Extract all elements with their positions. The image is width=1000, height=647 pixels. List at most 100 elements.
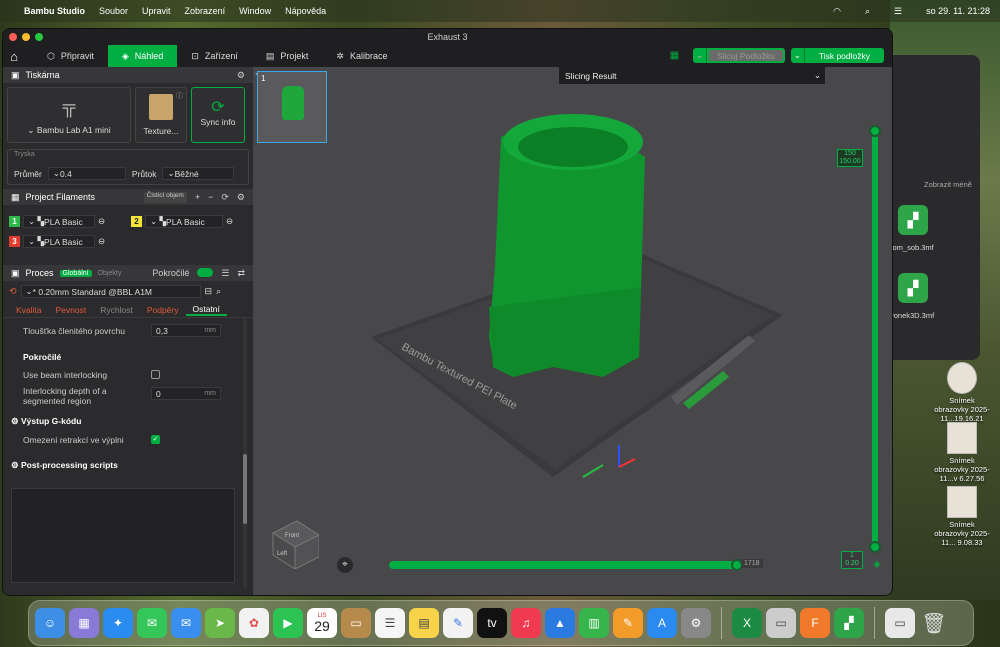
interlocking-depth-input[interactable]: 0 mm: [151, 387, 221, 400]
finder-icon[interactable]: ☺: [35, 608, 65, 638]
minus-circle-icon[interactable]: ⊖: [98, 236, 105, 247]
save-icon[interactable]: ⊟: [205, 286, 213, 297]
tab-device[interactable]: ⊡ Zařízení: [177, 45, 252, 67]
mail-icon[interactable]: ✉: [171, 608, 201, 638]
filament-select[interactable]: ⌄ ▚ PLA Basic: [23, 235, 95, 248]
print-plate-button[interactable]: ⌄ Tisk podložky: [790, 48, 884, 63]
trash-icon[interactable]: 🗑: [919, 608, 949, 638]
menu-help[interactable]: Nápověda: [285, 6, 326, 16]
notes-icon[interactable]: ▤: [409, 608, 439, 638]
finder-file-2[interactable]: vonek3D.3mf: [890, 311, 934, 320]
safari-icon[interactable]: ✦: [103, 608, 133, 638]
tab-support[interactable]: Podpěry: [140, 305, 186, 315]
menu-window[interactable]: Window: [239, 6, 271, 16]
menu-view[interactable]: Zobrazení: [185, 6, 226, 16]
messages-icon[interactable]: ✉: [137, 608, 167, 638]
menubar-clock[interactable]: so 29. 11. 21:28: [926, 6, 990, 16]
retraction-checkbox[interactable]: ✓: [151, 435, 160, 444]
facetime-icon[interactable]: ▶: [273, 608, 303, 638]
keynote-icon[interactable]: ▲: [545, 608, 575, 638]
flow-select[interactable]: ⌄ Běžné: [162, 167, 235, 180]
excel-icon[interactable]: X: [732, 608, 762, 638]
filament-slot-2[interactable]: 2 ⌄ ▚ PLA Basic ⊖: [131, 215, 233, 228]
layer-slider[interactable]: [869, 125, 881, 557]
printer-app-icon[interactable]: ▭: [766, 608, 796, 638]
tab-calibration[interactable]: ✲ Kalibrace: [322, 45, 401, 67]
reset-icon[interactable]: ⟲: [9, 286, 17, 297]
search-icon[interactable]: ⌕: [216, 286, 221, 297]
gear-icon[interactable]: ⚙: [237, 70, 245, 81]
minus-circle-icon[interactable]: ⊖: [98, 216, 105, 227]
process-profile-select[interactable]: ⌄ * 0.20mm Standard @BBL A1M: [20, 285, 201, 298]
wifi-icon[interactable]: ◠: [833, 6, 841, 17]
objects-toggle[interactable]: Objekty: [98, 270, 122, 277]
minimize-window-button[interactable]: [22, 33, 30, 41]
music-icon[interactable]: ♫: [511, 608, 541, 638]
notes-app-icon[interactable]: ▭: [341, 608, 371, 638]
numbers-icon[interactable]: ▥: [579, 608, 609, 638]
search-icon[interactable]: ⌕: [865, 6, 870, 17]
zoom-window-button[interactable]: [35, 33, 43, 41]
remove-icon[interactable]: −: [208, 192, 213, 203]
chevron-down-icon[interactable]: ⌄: [693, 48, 708, 63]
minus-circle-icon[interactable]: ⊖: [226, 216, 233, 227]
plate-type-selector[interactable]: ⓘ Texture...: [135, 87, 187, 143]
filament-slot-1[interactable]: 1 ⌄ ▚ PLA Basic ⊖: [9, 215, 105, 228]
desktop-screenshot-3[interactable]: Snímek obrazovky 2025-11... 9.08.33: [932, 486, 992, 547]
control-center-icon[interactable]: ☰: [894, 6, 902, 17]
bambu-file-icon[interactable]: ▞: [898, 273, 928, 303]
sync-info-button[interactable]: ⟳ Sync info: [191, 87, 245, 143]
move-slider[interactable]: [389, 559, 743, 571]
post-processing-textarea[interactable]: [11, 488, 235, 583]
tab-speed[interactable]: Rychlost: [93, 305, 140, 315]
tab-quality[interactable]: Kvalita: [9, 305, 49, 315]
calendar-icon[interactable]: LIS 29: [307, 608, 337, 638]
layer-slider-bottom-handle[interactable]: [869, 541, 881, 553]
gear-icon[interactable]: ⚙: [237, 192, 245, 203]
thickness-input[interactable]: 0,3 mm: [151, 324, 221, 337]
compare-icon[interactable]: ⇄: [237, 268, 245, 279]
desktop-screenshot-1[interactable]: Snímek obrazovky 2025-11...19.16.21: [932, 362, 992, 423]
reminders-icon[interactable]: ☰: [375, 608, 405, 638]
finder-file-1[interactable]: rom_sob.3mf: [890, 243, 934, 252]
chevron-down-icon[interactable]: ⌄: [791, 48, 805, 63]
filament-slot-3[interactable]: 3 ⌄ ▚ PLA Basic ⊖: [9, 235, 105, 248]
bambu-file-icon[interactable]: ▞: [898, 205, 928, 235]
advanced-switch[interactable]: [197, 267, 214, 277]
view-cube[interactable]: Front Left: [267, 517, 321, 570]
layers-icon[interactable]: ◈: [873, 559, 881, 570]
launchpad-icon[interactable]: ▦: [69, 608, 99, 638]
pages-icon[interactable]: ✎: [613, 608, 643, 638]
fusion-icon[interactable]: F: [800, 608, 830, 638]
fit-view-icon[interactable]: ⌖: [337, 557, 353, 573]
flush-volume-button[interactable]: Čisticí objem: [143, 191, 187, 203]
photos-icon[interactable]: ✿: [239, 608, 269, 638]
diameter-select[interactable]: ⌄ 0.4: [47, 167, 126, 180]
bambu-studio-icon[interactable]: ▞: [834, 608, 864, 638]
close-window-button[interactable]: [9, 33, 17, 41]
app-store-icon[interactable]: A: [647, 608, 677, 638]
layer-slider-top-handle[interactable]: [869, 125, 881, 137]
global-toggle[interactable]: Globální: [59, 269, 92, 277]
list-icon[interactable]: ☰: [221, 268, 229, 279]
apple-tv-icon[interactable]: tv: [477, 608, 507, 638]
filament-select[interactable]: ⌄ ▚ PLA Basic: [23, 215, 95, 228]
slice-plate-button[interactable]: ⌄ Slicuj Podložku: [693, 48, 785, 63]
maps-icon[interactable]: ➤: [205, 608, 235, 638]
beam-interlocking-checkbox[interactable]: [151, 370, 160, 379]
menu-edit[interactable]: Upravit: [142, 6, 171, 16]
preview-viewport[interactable]: ◂▸ 1 Slicing Result ⌄ Bambu Textured PEI…: [253, 67, 892, 595]
freeform-icon[interactable]: ✎: [443, 608, 473, 638]
tab-prepare[interactable]: ⬡ Připravit: [33, 45, 108, 67]
system-settings-icon[interactable]: ⚙: [681, 608, 711, 638]
scrollbar-thumb[interactable]: [243, 454, 247, 524]
sync-icon[interactable]: ⟳: [221, 192, 229, 203]
add-icon[interactable]: +: [195, 192, 200, 203]
tab-strength[interactable]: Pevnost: [49, 305, 94, 315]
menu-file[interactable]: Soubor: [99, 6, 128, 16]
finder-show-less[interactable]: Zobrazit méně: [924, 180, 972, 189]
home-button[interactable]: ⌂: [3, 45, 25, 67]
filament-select[interactable]: ⌄ ▚ PLA Basic: [145, 215, 223, 228]
tab-others[interactable]: Ostatní: [185, 304, 227, 316]
desktop-screenshot-2[interactable]: Snímek obrazovky 2025-11...v 6.27.56: [932, 422, 992, 483]
